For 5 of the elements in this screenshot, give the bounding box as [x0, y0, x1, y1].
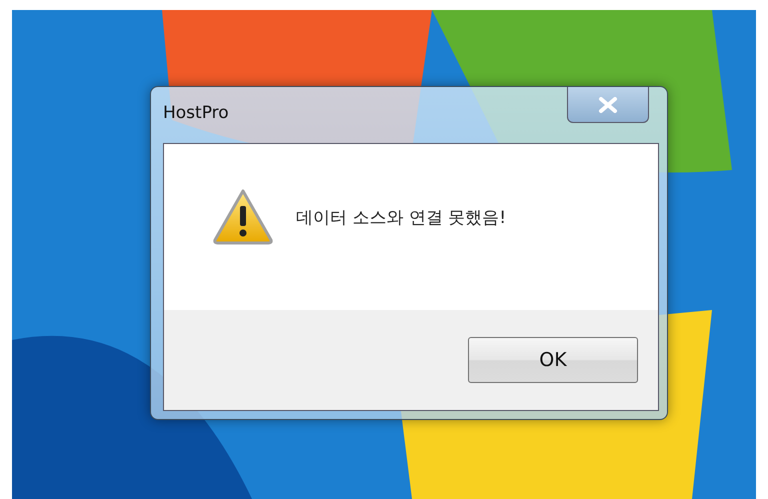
close-button[interactable]: [567, 87, 649, 123]
window-title: HostPro: [163, 103, 230, 123]
ok-button[interactable]: OK: [468, 337, 638, 383]
message-text: 데이터 소스와 연결 못했음!: [296, 206, 506, 228]
close-icon: [598, 96, 618, 112]
